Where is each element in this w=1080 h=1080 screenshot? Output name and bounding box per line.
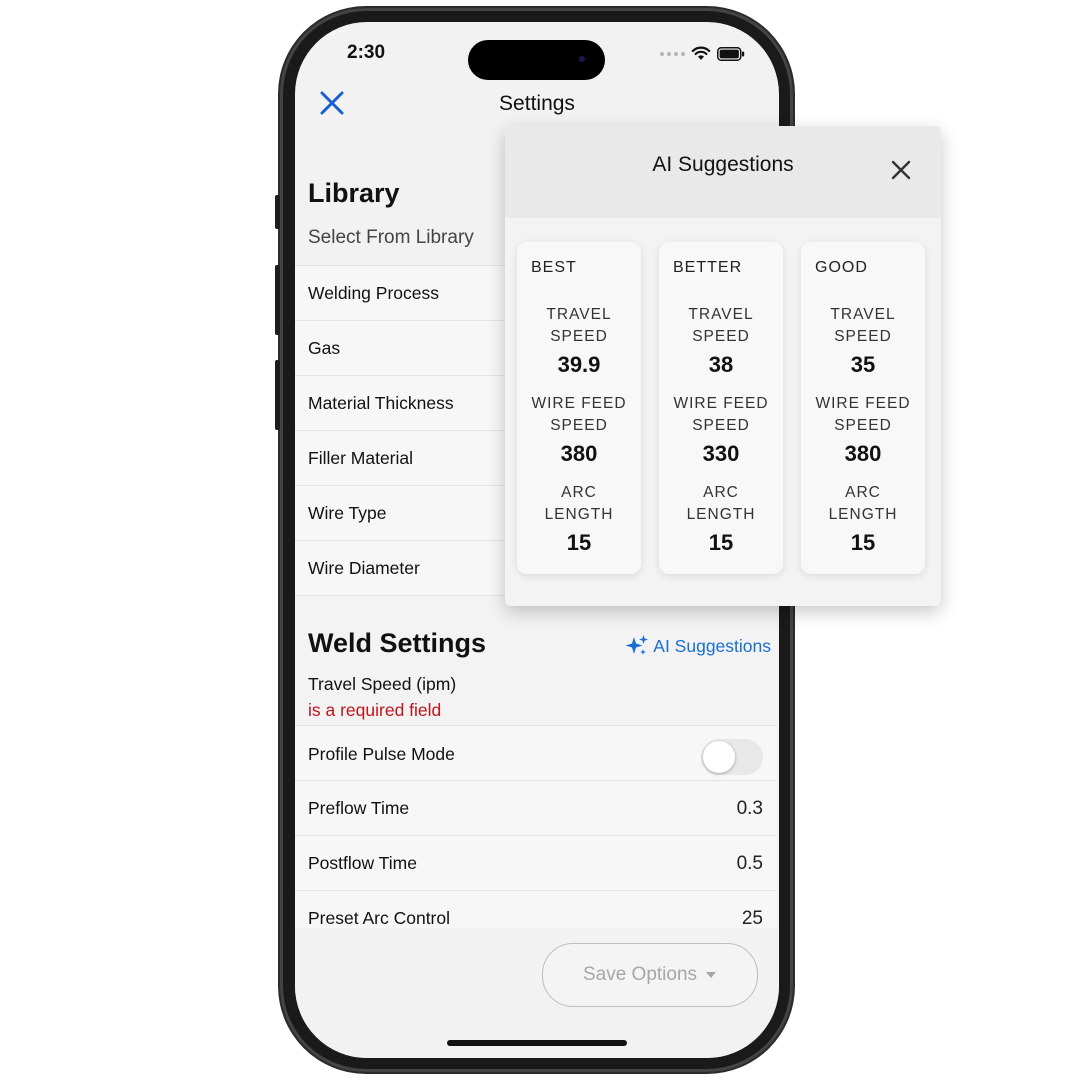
arc-length-value: 15 <box>708 530 734 555</box>
page-title: Settings <box>499 92 575 115</box>
card-tier: BEST <box>531 259 577 276</box>
signal-dots-icon <box>660 51 685 56</box>
travel-speed-value: 35 <box>850 352 876 377</box>
field-label: Filler Material <box>308 448 414 468</box>
status-bar: 2:30 <box>295 22 779 82</box>
status-icons <box>660 46 745 61</box>
travel-speed-error: is a required field <box>308 700 442 720</box>
volume-up-button <box>275 265 280 335</box>
suggestion-card-better[interactable]: BETTER TRAVEL SPEED 38 WIRE FEED SPEED 330… <box>659 242 783 574</box>
field-label: Preset Arc Control <box>308 908 450 928</box>
suggestion-card-good[interactable]: GOOD TRAVEL SPEED 35 WIRE FEED SPEED 380 A… <box>801 242 925 574</box>
home-indicator <box>447 1040 627 1046</box>
volume-down-button <box>275 360 280 430</box>
field-label: Material Thickness <box>308 393 454 413</box>
travel-speed-label[interactable]: Travel Speed (ipm) <box>308 674 456 695</box>
arc-length-value: 15 <box>850 530 876 555</box>
arc-length-label: ARC LENGTH <box>686 484 756 523</box>
field-row-postflow-time[interactable]: Postflow Time 0.5 <box>295 835 777 891</box>
ai-suggestions-label: AI Suggestions <box>653 635 771 656</box>
popover-header: AI Suggestions <box>505 126 941 218</box>
travel-speed-label: TRAVEL SPEED <box>688 306 754 345</box>
travel-speed-label: TRAVEL SPEED <box>830 306 896 345</box>
save-options-label: Save Options <box>582 964 698 985</box>
dynamic-island <box>468 40 605 80</box>
wire-feed-speed-value: 380 <box>560 441 598 466</box>
field-label: Wire Diameter <box>308 558 420 578</box>
field-row-profile-pulse-mode: Profile Pulse Mode <box>295 725 777 781</box>
travel-speed-value: 39.9 <box>557 352 601 377</box>
battery-icon <box>717 46 745 61</box>
popover-title: AI Suggestions <box>652 153 794 176</box>
suggestion-card-best[interactable]: BEST TRAVEL SPEED 39.9 WIRE FEED SPEED 380… <box>517 242 641 574</box>
travel-speed-label: TRAVEL SPEED <box>546 306 612 345</box>
wire-feed-speed-label: WIRE FEED SPEED <box>673 395 769 434</box>
wifi-icon <box>691 46 711 60</box>
close-icon[interactable] <box>891 160 911 180</box>
card-tier: GOOD <box>815 259 868 276</box>
travel-speed-value: 38 <box>708 352 734 377</box>
wire-feed-speed-label: WIRE FEED SPEED <box>531 395 627 434</box>
library-heading: Library <box>308 178 400 208</box>
field-value: 0.5 <box>736 853 763 874</box>
arc-length-value: 15 <box>566 530 592 555</box>
field-row-preflow-time[interactable]: Preflow Time 0.3 <box>295 780 777 836</box>
field-label: Gas <box>308 338 341 358</box>
arc-length-label: ARC LENGTH <box>544 484 614 523</box>
field-label: Preflow Time <box>308 798 410 818</box>
profile-pulse-toggle[interactable] <box>701 739 763 775</box>
select-from-library[interactable]: Select From Library <box>308 227 474 249</box>
wire-feed-speed-value: 380 <box>844 441 882 466</box>
caret-down-icon <box>706 972 717 978</box>
weld-settings-heading: Weld Settings <box>308 628 487 658</box>
field-label: Wire Type <box>308 503 387 523</box>
wire-feed-speed-label: WIRE FEED SPEED <box>815 395 911 434</box>
field-row-preset-arc-control[interactable]: Preset Arc Control 25 <box>295 890 777 931</box>
field-value: 0.3 <box>736 798 763 819</box>
field-label: Welding Process <box>308 283 439 303</box>
sparkle-icon <box>625 635 649 655</box>
ai-suggestions-link[interactable]: AI Suggestions <box>625 634 771 658</box>
field-label: Profile Pulse Mode <box>308 744 455 764</box>
ai-suggestions-popover: AI Suggestions BEST TRAVEL SPEED 39.9 WIR… <box>505 126 941 606</box>
save-options-button[interactable]: Save Options <box>542 943 758 1007</box>
status-time: 2:30 <box>347 42 386 63</box>
field-label: Postflow Time <box>308 853 417 873</box>
arc-length-label: ARC LENGTH <box>828 484 898 523</box>
action-button <box>275 195 280 229</box>
toggle-knob <box>703 741 735 773</box>
field-value: 25 <box>741 908 763 929</box>
wire-feed-speed-value: 330 <box>702 441 740 466</box>
card-tier: BETTER <box>673 259 743 276</box>
